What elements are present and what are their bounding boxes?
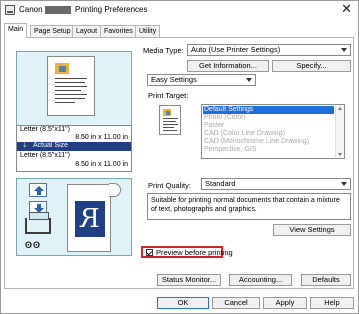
text-line [163,121,176,122]
print-target-list[interactable]: Default Settings Photo (Color) Poster CA… [201,104,345,159]
scroll-down-icon[interactable] [338,153,342,156]
paper-feed-preview: ʘʘ R [16,178,132,256]
title-bar: Canon Printing Preferences ✕ [1,1,358,19]
arrow-up-icon [34,186,44,195]
text-line [55,86,87,87]
output-size-line2: 8.50 in x 11.00 in [75,161,128,168]
close-icon[interactable]: ✕ [341,2,352,16]
status-monitor-button[interactable]: Status Monitor... [157,274,221,286]
print-target-label: Print Target: [148,91,189,100]
text-line [55,90,81,91]
roller-icon: ʘʘ [25,240,42,250]
accounting-button[interactable]: Accounting... [229,274,292,286]
media-type-dropdown[interactable]: Auto (Use Printer Settings) [187,44,351,56]
print-target-item[interactable]: Perspective, GIS [204,146,257,154]
picture-icon [163,109,171,116]
window-title-brand: Canon [19,5,43,14]
chevron-down-icon [341,182,347,186]
text-line [163,130,177,131]
tab-main[interactable]: Main [4,23,28,38]
text-line [55,98,85,99]
defaults-button[interactable]: Defaults [301,274,351,286]
settings-mode-value: Easy Settings [151,75,197,84]
document-thumbnail [47,56,95,116]
media-type-value: Auto (Use Printer Settings) [191,45,281,54]
help-button[interactable]: Help [310,297,354,309]
text-line [55,82,85,83]
preview-before-printing-label: Preview before printing [156,248,233,257]
picture-icon [55,63,69,74]
actual-size-bar: 🡓 Actual Size [17,142,131,151]
tab-layout[interactable]: Layout [72,25,102,37]
printer-icon [5,5,15,15]
settings-mode-dropdown[interactable]: Easy Settings [147,74,256,86]
print-target-thumbnail [159,105,181,135]
specify-button[interactable]: Specify... [272,60,351,72]
print-target-item[interactable]: CAD (Monochrome Line Drawing) [204,138,309,146]
apply-button[interactable]: Apply [263,297,307,309]
text-line [55,102,75,103]
text-line [55,94,87,95]
view-settings-button[interactable]: View Settings [273,224,351,236]
preview-before-printing-checkbox[interactable]: Preview before printing [141,246,233,258]
paper-size-line2: 8.50 in x 11.00 in [75,134,128,141]
text-line [163,127,174,128]
paper-tray-icon [25,212,51,234]
text-line [163,118,178,119]
tab-favorites[interactable]: Favorites [100,25,137,37]
printing-preferences-window: Canon Printing Preferences ✕ Main Page S… [0,0,359,314]
output-orientation-letter: R [75,201,105,237]
main-tab-panel: Letter (8.5"x11") 8.50 in x 11.00 in 🡓 A… [4,37,354,289]
scroll-up-icon[interactable] [338,107,342,110]
paper-source-up-button[interactable] [29,183,47,197]
chevron-down-icon [246,78,252,82]
description-text: Suitable for printing normal documents t… [151,197,340,213]
actual-size-label: Actual Size [33,142,69,149]
print-target-item[interactable]: Poster [204,122,224,130]
media-type-label: Media Type: [143,46,184,55]
text-line [55,78,87,79]
tab-utility[interactable]: Utility [135,25,161,37]
paper-size-line1: Letter (8.5"x11") [20,126,70,133]
checkbox-checked-icon[interactable] [146,249,153,256]
tab-page-setup[interactable]: Page Setup [30,25,75,37]
redacted-model-name [45,6,71,14]
paper-size-info: Letter (8.5"x11") 8.50 in x 11.00 in 🡓 A… [16,125,132,172]
chevron-down-icon [341,48,347,52]
print-target-item[interactable]: CAD (Color Line Drawing) [204,130,285,138]
output-size-line1: Letter (8.5"x11") [20,152,70,159]
arrow-down-icon: 🡓 [23,142,27,149]
print-target-item[interactable]: Photo (Color) [204,114,246,122]
paper-roll-icon [109,183,121,197]
print-quality-dropdown[interactable]: Standard [201,178,351,190]
ok-button[interactable]: OK [157,297,209,309]
text-line [163,124,178,125]
print-quality-value: Standard [205,179,236,188]
cancel-button[interactable]: Cancel [212,297,260,309]
window-title: Printing Preferences [75,5,148,14]
description-box: Suitable for printing normal documents t… [147,193,351,220]
print-quality-label: Print Quality: [148,181,191,190]
get-information-button[interactable]: Get Information... [187,60,269,72]
list-scrollbar[interactable] [335,105,344,158]
print-target-item[interactable]: Default Settings [203,106,334,114]
